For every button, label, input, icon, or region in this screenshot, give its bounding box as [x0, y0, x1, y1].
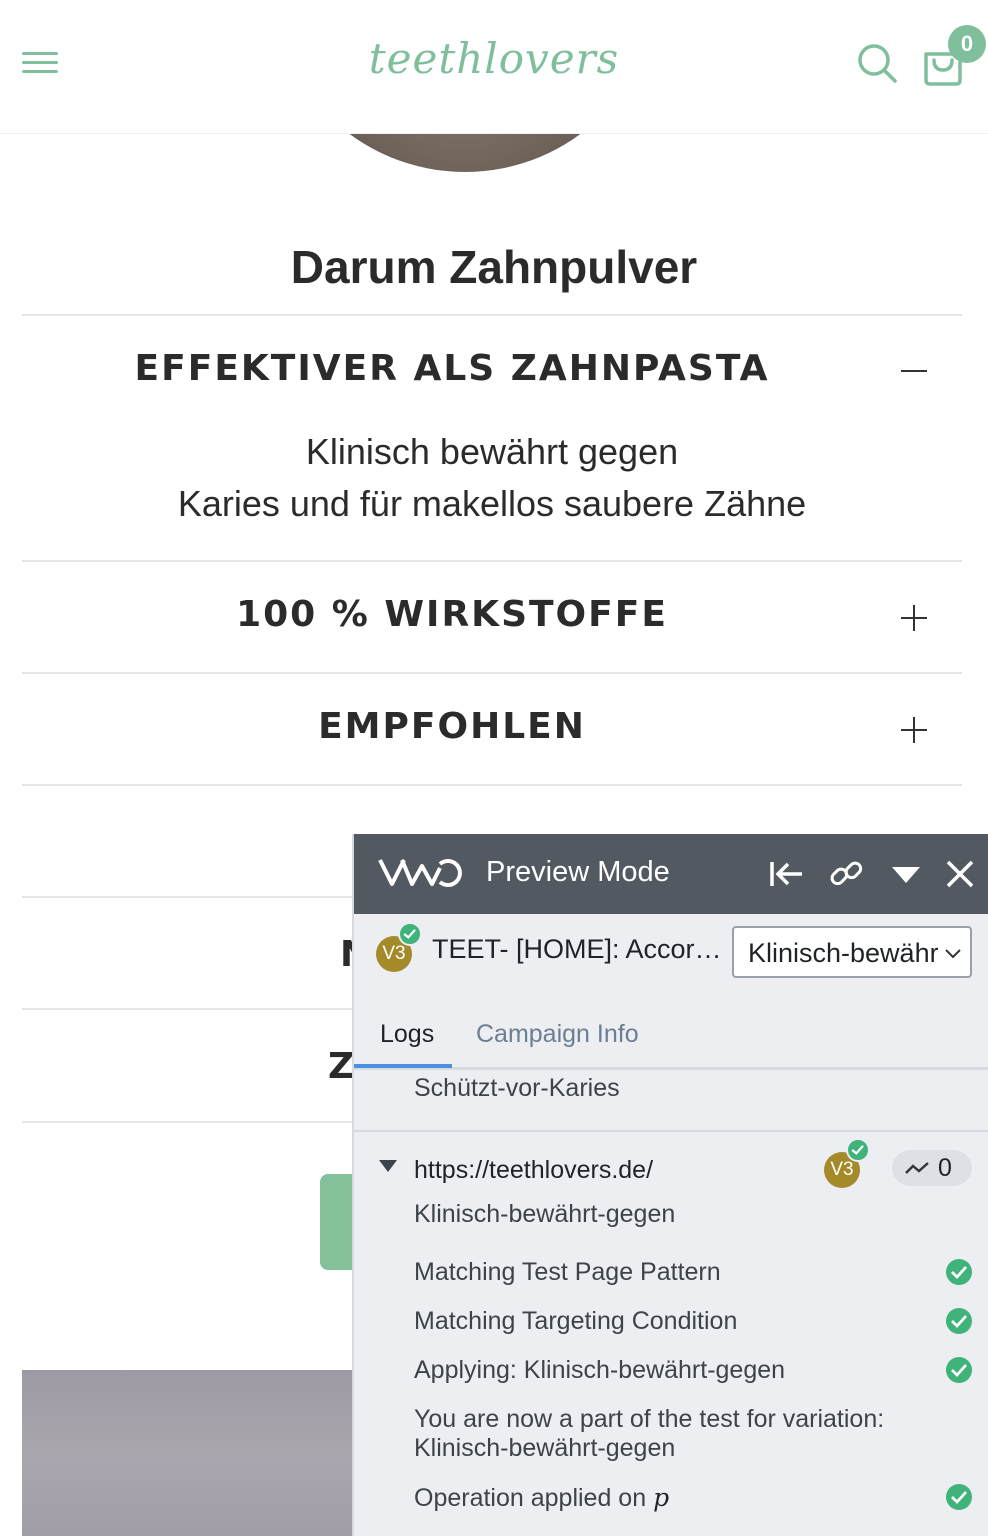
site-logo[interactable]: teethlovers	[360, 34, 628, 83]
caret-down-icon[interactable]	[378, 1158, 398, 1174]
check-circle-icon	[398, 922, 422, 946]
product-image	[22, 1370, 362, 1536]
accordion-title-empfohlen[interactable]: EMPFOHLEN	[22, 706, 882, 747]
chevron-down-icon	[945, 949, 961, 959]
variation-select[interactable]: Klinisch-bewähr	[732, 926, 972, 978]
log-join-variation: Klinisch-bewährt-gegen	[414, 1434, 676, 1462]
close-icon[interactable]	[942, 856, 978, 892]
accordion-divider	[22, 314, 962, 316]
tab-campaign-info[interactable]: Campaign Info	[476, 1020, 639, 1049]
accordion-title-effektiver[interactable]: EFFEKTIVER ALS ZAHNPASTA	[22, 348, 882, 389]
accordion-title-partial[interactable]: Z	[328, 1046, 354, 1087]
collapse-minus-icon[interactable]	[900, 357, 928, 385]
accordion-title-wirkstoffe[interactable]: 100 % WIRKSTOFFE	[22, 594, 882, 635]
check-circle-icon	[946, 1484, 972, 1510]
hit-count: 0	[938, 1154, 952, 1182]
hit-count-pill[interactable]: 0	[892, 1150, 972, 1186]
campaign-name: TEET- [HOME]: Accord…	[432, 934, 728, 964]
vwo-logo-icon	[378, 859, 462, 887]
check-circle-icon	[946, 1259, 972, 1285]
accordion-divider	[22, 672, 962, 674]
accordion-divider	[22, 784, 962, 786]
accordion-divider	[22, 560, 962, 562]
trend-icon	[905, 1162, 929, 1174]
log-join-message: You are now a part of the test for varia…	[414, 1405, 885, 1433]
log-operation: Operation applied on p	[414, 1483, 669, 1513]
vwo-toolbar: Preview Mode	[354, 834, 988, 914]
log-entry: Matching Test Page Pattern	[414, 1258, 721, 1286]
vwo-preview-panel: Preview Mode V3 TEET- [HOME]: Accord… Kl…	[352, 834, 988, 1536]
caret-down-icon[interactable]	[888, 856, 924, 892]
check-circle-icon	[946, 1308, 972, 1334]
log-url-variation: Klinisch-bewährt-gegen	[414, 1200, 676, 1228]
link-icon[interactable]	[828, 856, 864, 892]
vwo-title: Preview Mode	[486, 856, 670, 888]
tab-logs[interactable]: Logs	[380, 1020, 434, 1049]
variation-select-value: Klinisch-bewähr	[748, 938, 938, 968]
accordion-body: Klinisch bewährt gegen Karies und für ma…	[22, 426, 962, 530]
accordion-body-line: Karies und für makellos saubere Zähne	[177, 483, 807, 524]
hamburger-menu-icon[interactable]	[22, 50, 58, 76]
site-header: teethlovers	[0, 0, 988, 134]
expand-plus-icon[interactable]	[900, 716, 928, 744]
active-tab-indicator	[354, 1064, 452, 1068]
log-previous-entry: Schützt-vor-Karies	[414, 1074, 620, 1102]
log-entry: Applying: Klinisch-bewährt-gegen	[414, 1356, 786, 1384]
log-operation-target: p	[653, 1483, 670, 1512]
section-heading: Darum Zahnpulver	[290, 241, 698, 293]
log-operation-prefix: Operation applied on	[414, 1484, 654, 1512]
expand-plus-icon[interactable]	[900, 604, 928, 632]
log-divider	[354, 1130, 988, 1132]
accordion-body-line: Klinisch bewährt gegen	[305, 431, 679, 472]
check-circle-icon	[946, 1357, 972, 1383]
log-url: https://teethlovers.de/	[414, 1156, 654, 1184]
cart-count-badge: 0	[948, 25, 986, 63]
check-circle-icon	[846, 1138, 870, 1162]
vwo-tabs: Logs Campaign Info	[354, 1000, 988, 1070]
collapse-left-icon[interactable]	[768, 856, 804, 892]
log-entry: Matching Targeting Condition	[414, 1307, 738, 1335]
search-icon[interactable]	[856, 42, 898, 84]
